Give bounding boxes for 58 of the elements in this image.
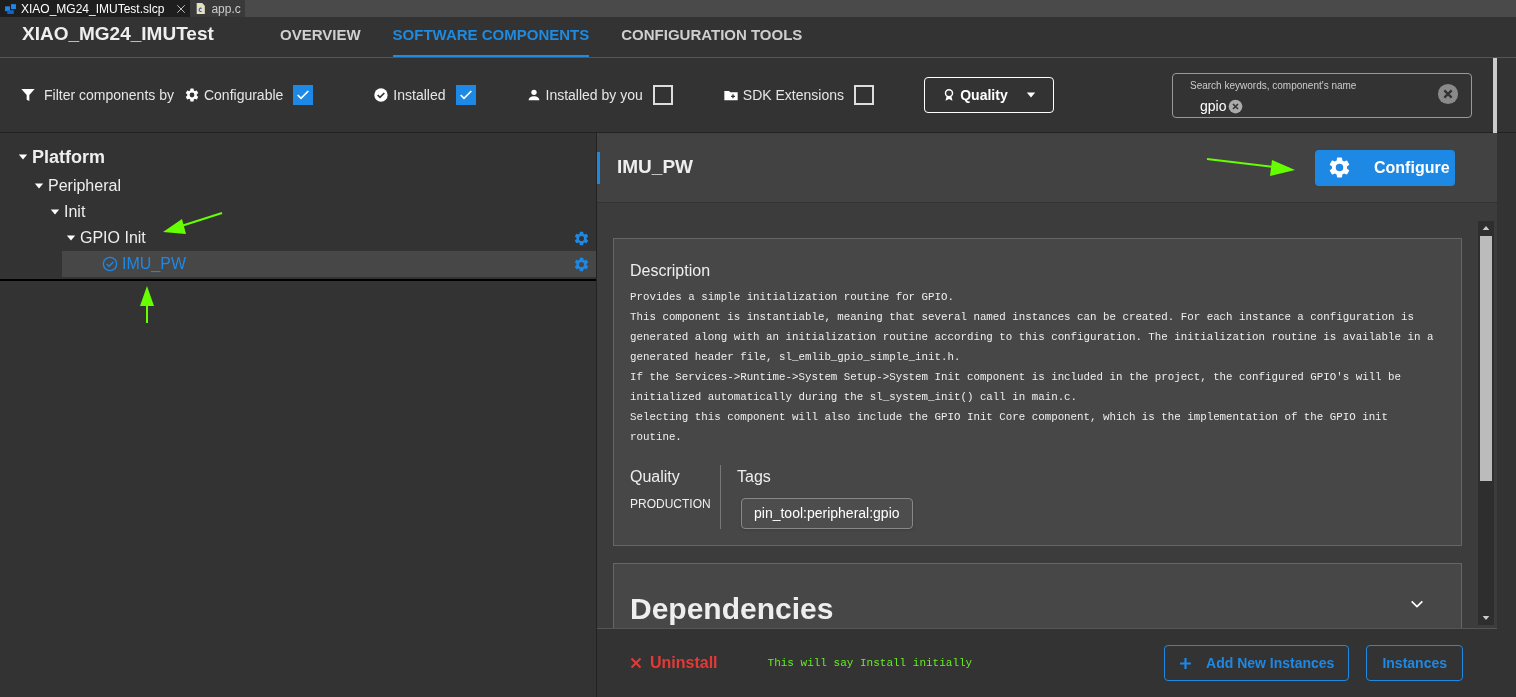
annotation-arrow xyxy=(140,286,154,324)
filter-option-label: Installed by you xyxy=(545,85,643,105)
check-circle-icon xyxy=(373,87,390,103)
quality-value: PRODUCTION xyxy=(630,496,711,513)
filter-label: Filter components by xyxy=(44,85,174,105)
scroll-down-icon xyxy=(1482,614,1490,622)
clear-icon xyxy=(1437,82,1459,105)
tags-heading: Tags xyxy=(737,467,771,487)
scroll-up-icon xyxy=(1482,224,1490,232)
gear-icon xyxy=(183,87,200,103)
scrollbar[interactable] xyxy=(1478,221,1494,625)
search-field[interactable]: Search keywords, component's name gpio xyxy=(1172,72,1472,118)
check-circle-icon xyxy=(102,256,118,272)
annotation-text: This will say Install initially xyxy=(767,655,973,671)
annotation-arrow xyxy=(163,212,223,234)
caret-down-icon xyxy=(18,152,28,162)
component-title: IMU_PW xyxy=(617,155,693,180)
description-text: If the Services->Runtime->System Setup->System Init component is included in the project, the configured GPIO's will be initialized automatically during the sl_system_init() call in main.c. xyxy=(630,370,1403,405)
tree-item[interactable]: Init xyxy=(0,199,596,225)
close-icon xyxy=(176,3,187,14)
quality-dropdown[interactable]: Quality xyxy=(923,77,1054,113)
description-text: Selecting this component will also include the GPIO Init Core component, which is the implementation of the GPIO init routine. xyxy=(630,410,1390,445)
filter-option-label: Configurable xyxy=(203,85,284,105)
description-text: Provides a simple initialization routine for GPIO. xyxy=(630,290,955,305)
filter-icon xyxy=(20,87,36,103)
checkbox[interactable] xyxy=(853,85,874,105)
caret-down-icon xyxy=(66,233,76,243)
caret-down-icon xyxy=(34,181,44,191)
app-title: XIAO_MG24_IMUTest xyxy=(22,21,215,46)
tree-item[interactable]: Peripheral xyxy=(0,173,596,199)
section-heading: Description xyxy=(630,261,712,281)
caret-down-icon xyxy=(1025,90,1036,100)
description-text: This component is instantiable, meaning that several named instances can be created. For each instance a configuration is generated along with an initialization routine according to this configuration. The initialization routine is available in a generated header file, sl_emlib_gpio_simple_init.h. xyxy=(630,310,1435,365)
gear-icon xyxy=(573,255,590,273)
close-icon xyxy=(630,657,642,669)
filter-option-label: Installed xyxy=(393,85,446,105)
editor-tab[interactable]: app.c xyxy=(190,0,245,17)
project-icon xyxy=(4,2,17,15)
checkbox[interactable] xyxy=(455,85,476,105)
nav-tab[interactable]: OVERVIEW xyxy=(280,23,361,57)
filter-option-label: SDK Extensions xyxy=(742,85,844,105)
plus-icon xyxy=(1179,656,1193,670)
configure-button[interactable]: Configure xyxy=(1315,149,1455,186)
tag-chip[interactable]: pin_tool:peripheral:gpio xyxy=(741,498,913,529)
section-heading: Dependencies xyxy=(630,591,834,627)
gear-icon xyxy=(573,229,590,247)
quality-heading: Quality xyxy=(630,467,680,487)
remove-icon xyxy=(1228,98,1244,114)
checkbox[interactable] xyxy=(293,85,314,105)
editor-tab[interactable]: XIAO_MG24_IMUTest.slcp xyxy=(0,0,191,17)
c-file-icon xyxy=(194,2,208,15)
gear-icon xyxy=(1327,155,1352,180)
checkbox[interactable] xyxy=(652,85,673,105)
nav-tab[interactable]: CONFIGURATION TOOLS xyxy=(621,23,803,57)
caret-down-icon xyxy=(50,207,60,217)
tree-item[interactable]: Platform xyxy=(0,141,596,173)
search-chip[interactable]: gpio xyxy=(1200,95,1244,117)
tree-item[interactable]: GPIO Init xyxy=(0,225,596,251)
